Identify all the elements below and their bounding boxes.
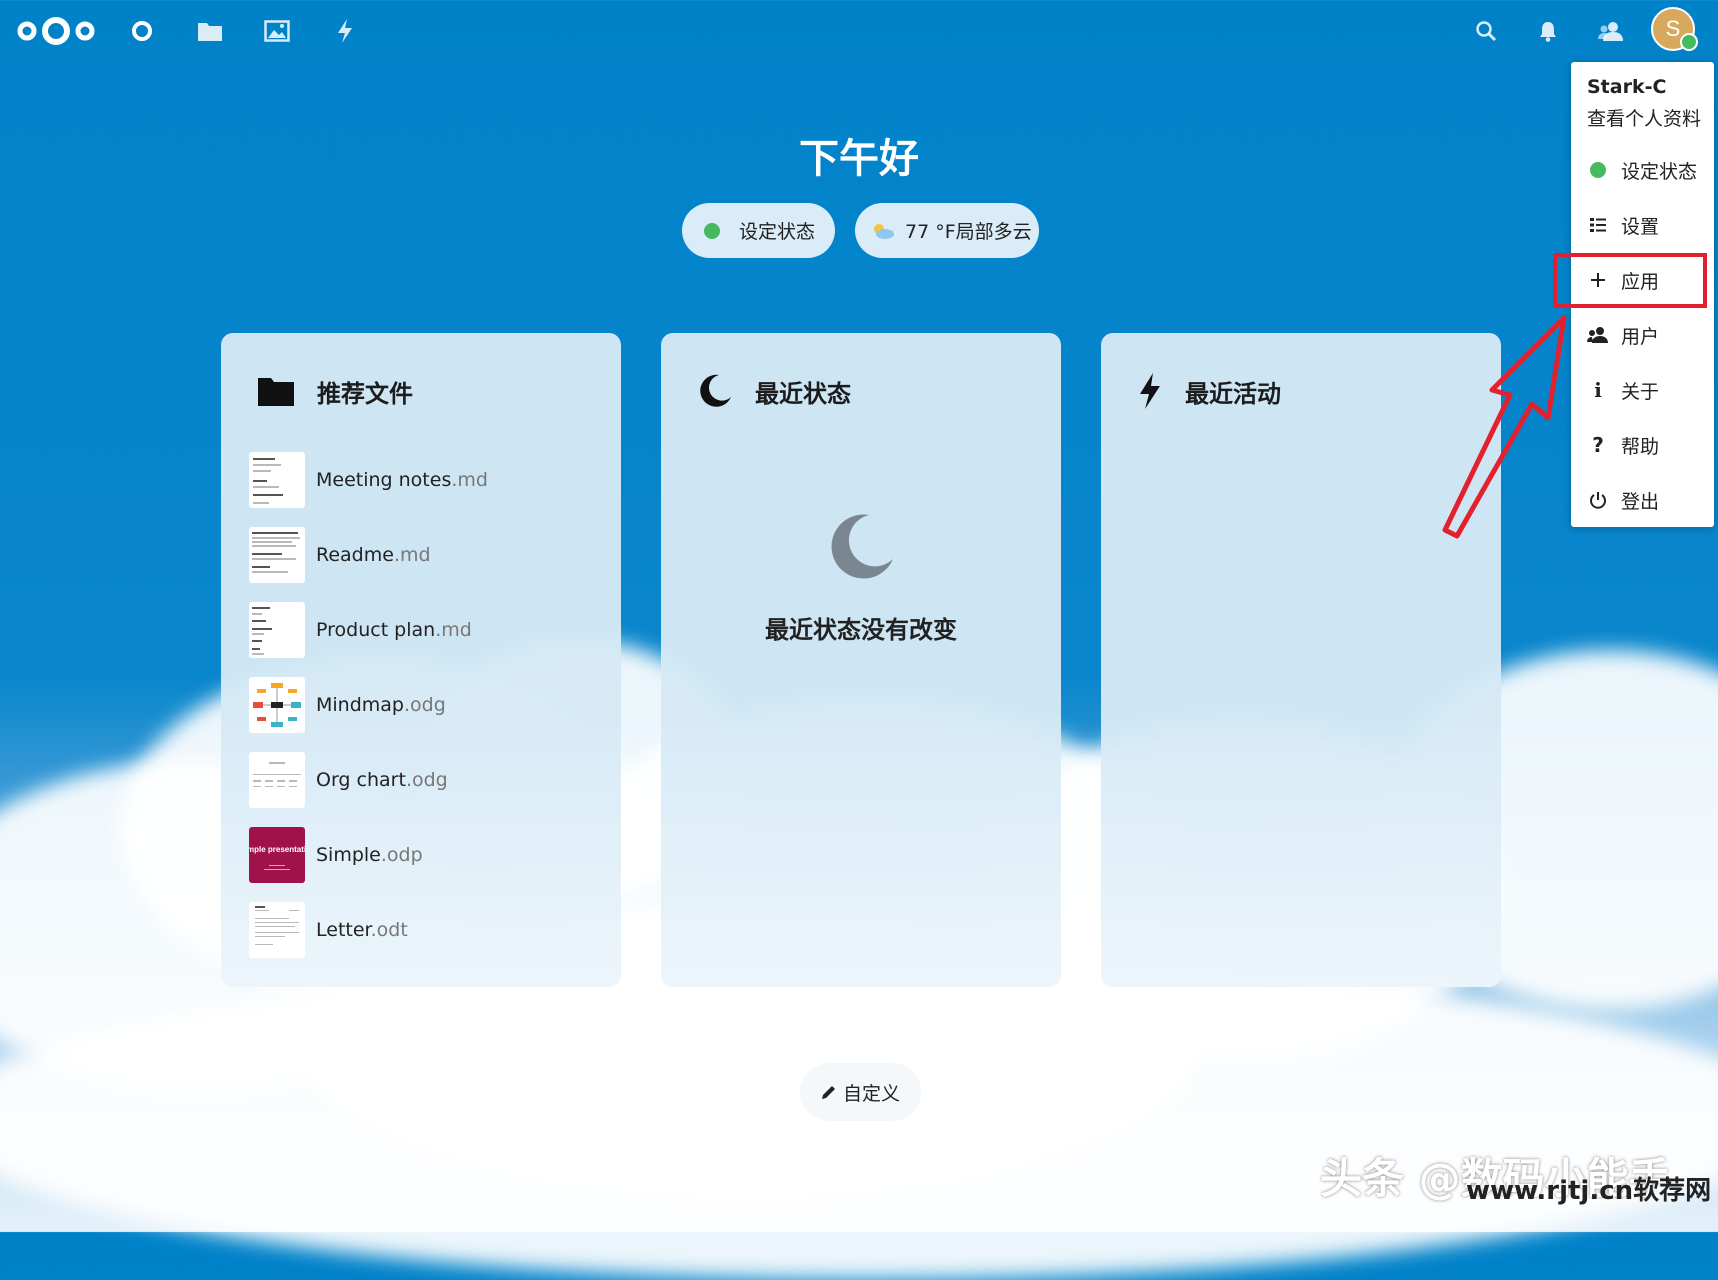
file-thumbnail bbox=[249, 677, 305, 733]
file-row-org-chart[interactable]: Org chart.odg bbox=[249, 752, 599, 808]
empty-moon-icon bbox=[825, 511, 897, 587]
watermark-site: www.rjtj.cn软荐网 bbox=[1466, 1176, 1712, 1206]
presentation-thumb-title: mple presentati bbox=[249, 845, 305, 854]
greeting-heading: 下午好 bbox=[799, 136, 919, 182]
empty-status-message: 最近状态没有改变 bbox=[765, 616, 957, 644]
file-name: Org chart bbox=[316, 769, 406, 791]
help-icon: ? bbox=[1592, 433, 1604, 457]
search-icon[interactable] bbox=[1465, 10, 1507, 52]
file-row-readme[interactable]: Readme.md bbox=[249, 527, 599, 583]
panel-header: 最近状态 bbox=[697, 369, 851, 413]
top-bar: S bbox=[0, 0, 1718, 62]
file-extension: .odp bbox=[380, 844, 423, 866]
menu-item-users[interactable]: 用户 bbox=[1571, 310, 1714, 360]
file-name: Mindmap bbox=[316, 694, 404, 716]
contacts-icon[interactable] bbox=[1590, 10, 1632, 52]
activity-icon[interactable] bbox=[324, 10, 366, 52]
set-status-label: 设定状态 bbox=[739, 221, 816, 243]
avatar-status-indicator bbox=[1680, 33, 1698, 51]
view-profile-link[interactable]: 查看个人资料 bbox=[1587, 104, 1701, 131]
file-row-product-plan[interactable]: Product plan.md bbox=[249, 602, 599, 658]
settings-list-icon bbox=[1587, 216, 1609, 234]
annotation-arrow bbox=[1442, 315, 1567, 539]
avatar-initial: S bbox=[1665, 16, 1681, 41]
menu-item-set-status[interactable]: 设定状态 bbox=[1571, 145, 1714, 195]
folder-icon bbox=[257, 375, 295, 407]
dashboard-icon[interactable] bbox=[121, 10, 163, 52]
file-row-meeting-notes[interactable]: Meeting notes.md bbox=[249, 452, 599, 508]
moon-icon bbox=[697, 373, 733, 409]
status-dot-icon bbox=[1587, 162, 1609, 178]
partly-cloudy-icon bbox=[871, 222, 895, 240]
files-icon[interactable] bbox=[189, 10, 231, 52]
menu-item-logout[interactable]: 登出 bbox=[1571, 475, 1714, 525]
recent-status-panel: 最近状态 最近状态没有改变 bbox=[661, 333, 1061, 987]
power-icon bbox=[1587, 491, 1609, 509]
set-status-button[interactable]: 设定状态 bbox=[682, 203, 835, 258]
customize-button[interactable]: 自定义 bbox=[800, 1063, 921, 1121]
users-icon bbox=[1587, 326, 1609, 344]
file-name: Letter bbox=[316, 919, 371, 941]
file-name: Simple bbox=[316, 844, 381, 866]
file-extension: .md bbox=[435, 619, 472, 641]
file-row-simple-presentation[interactable]: mple presentati Simple.odp bbox=[249, 827, 599, 883]
file-extension: .md bbox=[451, 469, 488, 491]
file-thumbnail: mple presentati bbox=[249, 827, 305, 883]
pencil-icon bbox=[821, 1084, 837, 1100]
file-thumbnail bbox=[249, 602, 305, 658]
file-thumbnail bbox=[249, 527, 305, 583]
file-extension: .odt bbox=[370, 919, 408, 941]
menu-item-help[interactable]: ? 帮助 bbox=[1571, 420, 1714, 470]
panel-title: 最近活动 bbox=[1185, 379, 1281, 408]
panel-title: 最近状态 bbox=[755, 379, 851, 408]
info-icon: i bbox=[1594, 378, 1602, 402]
menu-item-label: 关于 bbox=[1621, 380, 1660, 403]
file-extension: .odg bbox=[405, 769, 448, 791]
menu-item-label: 登出 bbox=[1621, 490, 1660, 513]
menu-item-about[interactable]: i 关于 bbox=[1571, 365, 1714, 415]
nextcloud-logo[interactable] bbox=[14, 10, 98, 52]
file-name: Readme bbox=[316, 544, 394, 566]
status-dot-icon bbox=[704, 222, 720, 239]
menu-username: Stark-C bbox=[1587, 76, 1667, 98]
customize-label: 自定义 bbox=[842, 1082, 900, 1105]
menu-item-label: 设置 bbox=[1621, 215, 1660, 238]
file-extension: .md bbox=[393, 544, 431, 566]
notifications-icon[interactable] bbox=[1527, 10, 1569, 52]
weather-button[interactable]: 77 °F局部多云 bbox=[855, 203, 1039, 258]
file-extension: .odg bbox=[404, 694, 446, 716]
menu-item-label: 帮助 bbox=[1621, 435, 1660, 458]
file-name: Meeting notes bbox=[316, 469, 452, 491]
file-thumbnail bbox=[249, 452, 305, 508]
file-name: Product plan bbox=[316, 619, 436, 641]
panel-header: 推荐文件 bbox=[257, 369, 413, 413]
file-row-letter[interactable]: Letter.odt bbox=[249, 902, 599, 958]
panel-title: 推荐文件 bbox=[317, 379, 413, 408]
menu-item-label: 设定状态 bbox=[1621, 160, 1698, 183]
recommended-files-panel: 推荐文件 Meeting notes.md Readme.md Product … bbox=[221, 333, 621, 987]
photos-icon[interactable] bbox=[256, 10, 298, 52]
menu-item-settings[interactable]: 设置 bbox=[1571, 200, 1714, 250]
file-thumbnail bbox=[249, 752, 305, 808]
file-row-mindmap[interactable]: Mindmap.odg bbox=[249, 677, 599, 733]
file-thumbnail bbox=[249, 902, 305, 958]
menu-item-label: 用户 bbox=[1621, 325, 1660, 348]
lightning-icon bbox=[1137, 372, 1163, 410]
panel-header: 最近活动 bbox=[1137, 369, 1281, 413]
weather-label: 77 °F局部多云 bbox=[905, 221, 1032, 243]
